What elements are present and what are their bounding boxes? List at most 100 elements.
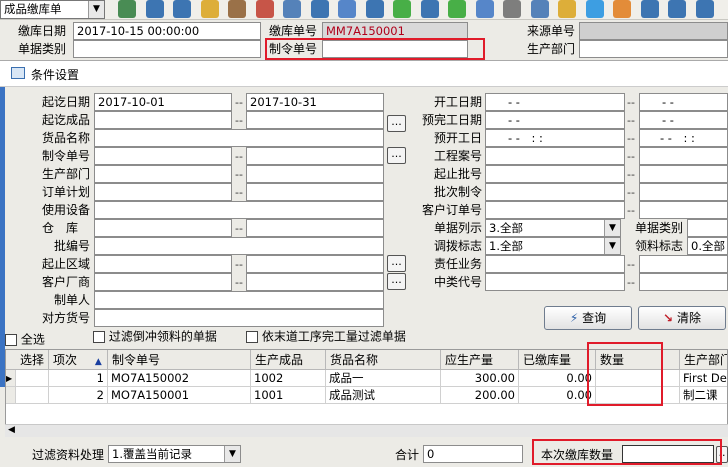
close-icon[interactable]: [668, 0, 686, 18]
start-to[interactable]: - -: [639, 93, 728, 111]
customer-browse-button[interactable]: ...: [387, 273, 406, 290]
order-from[interactable]: [94, 147, 232, 165]
col-name[interactable]: 货品名称: [326, 350, 441, 370]
chevron-left-icon[interactable]: ◀: [8, 425, 15, 435]
cursor-icon[interactable]: [255, 0, 274, 18]
chevron-down-icon[interactable]: ▼: [604, 220, 620, 236]
bulb-icon[interactable]: [558, 0, 576, 18]
start-date-to[interactable]: 2017-10-31: [246, 93, 384, 111]
project-to[interactable]: [639, 147, 728, 165]
product-to[interactable]: [246, 111, 384, 129]
checkbox-box[interactable]: [5, 333, 17, 346]
customer-from[interactable]: [94, 273, 232, 291]
plan-to[interactable]: [246, 183, 384, 201]
col-done[interactable]: 已缴库量: [519, 350, 596, 370]
warehouse-to[interactable]: [246, 219, 384, 237]
briefcase-icon[interactable]: [228, 0, 246, 18]
dept-from[interactable]: [94, 165, 232, 183]
col-seq[interactable]: 项次 ▲: [49, 350, 108, 370]
help-icon[interactable]: [365, 0, 384, 18]
area-from[interactable]: [94, 255, 232, 273]
image-icon[interactable]: [613, 0, 631, 18]
doc-type-select[interactable]: 成品缴库单 ▼: [0, 0, 105, 19]
checkbox-box[interactable]: [93, 330, 105, 343]
source-field[interactable]: [579, 22, 728, 40]
duty-to[interactable]: [639, 255, 728, 273]
batchno-to[interactable]: [639, 165, 728, 183]
dept-field[interactable]: [579, 40, 728, 58]
chevron-down-icon[interactable]: ▼: [224, 446, 240, 462]
batch-field[interactable]: [94, 237, 384, 255]
doccat-field[interactable]: [687, 219, 728, 237]
key-icon[interactable]: [310, 0, 329, 18]
doctype-field[interactable]: [73, 40, 261, 58]
creator-field[interactable]: [94, 291, 384, 309]
area-to[interactable]: [246, 255, 384, 273]
transfer-select[interactable]: 1.全部 ▼: [485, 237, 621, 255]
dept-to[interactable]: [246, 165, 384, 183]
middle-from[interactable]: [485, 273, 625, 291]
filter-process-select[interactable]: 1.覆盖当前记录 ▼: [108, 445, 241, 463]
check-icon[interactable]: [585, 0, 604, 18]
col-planned[interactable]: 应生产量: [441, 350, 519, 370]
finish-to[interactable]: - -: [639, 111, 728, 129]
logo-icon[interactable]: [283, 0, 301, 18]
tree-icon[interactable]: [118, 0, 136, 18]
equipment-field[interactable]: [94, 201, 384, 219]
finish-from[interactable]: - -: [485, 111, 625, 129]
horizontal-scrollbar[interactable]: ◀: [5, 424, 728, 437]
start-from[interactable]: - -: [485, 93, 625, 111]
cart-icon[interactable]: [420, 0, 439, 18]
cell-select[interactable]: [16, 387, 49, 404]
grid-icon[interactable]: [145, 0, 164, 18]
prestart-to[interactable]: - - : :: [639, 129, 728, 147]
filter-pick-checkbox[interactable]: 过滤倒冲领料的单据: [93, 329, 217, 345]
filter-proc-checkbox[interactable]: 依末道工序完工量过滤单据: [246, 329, 406, 345]
dollar-icon[interactable]: [393, 0, 411, 18]
col-order[interactable]: 制令单号: [108, 350, 251, 370]
item-name-field[interactable]: [94, 129, 384, 147]
clear-button[interactable]: ↘ 清除: [638, 306, 726, 330]
refresh-icon[interactable]: [173, 0, 191, 18]
product-from[interactable]: [94, 111, 232, 129]
custorder-from[interactable]: [485, 201, 625, 219]
cell-select[interactable]: [16, 370, 49, 387]
report-icon[interactable]: [530, 0, 549, 18]
cell-order: MO7A150001: [108, 387, 251, 404]
batchorder-from[interactable]: [485, 183, 625, 201]
col-dept[interactable]: 生产部门: [680, 350, 727, 370]
query-button[interactable]: ⚡ 查询: [544, 306, 632, 330]
batchorder-to[interactable]: [639, 183, 728, 201]
area-browse-button[interactable]: ...: [387, 255, 406, 272]
chevron-down-icon[interactable]: ▼: [88, 1, 104, 18]
project-from[interactable]: [485, 147, 625, 165]
date-field[interactable]: 2017-10-15 00:00:00: [73, 22, 261, 40]
custorder-to[interactable]: [639, 201, 728, 219]
pick-select[interactable]: 0.全部: [687, 237, 728, 255]
customer-to[interactable]: [246, 273, 384, 291]
order-browse-button[interactable]: ...: [387, 147, 406, 164]
col-product[interactable]: 生产成品: [251, 350, 326, 370]
checkbox-box[interactable]: [246, 330, 258, 343]
mail-icon[interactable]: [338, 0, 356, 18]
middle-to[interactable]: [639, 273, 728, 291]
product-browse-button[interactable]: ...: [387, 115, 406, 132]
col-select[interactable]: 选择: [16, 350, 49, 370]
lock-icon[interactable]: [200, 0, 219, 18]
undo-icon[interactable]: [475, 0, 494, 18]
batchno-from[interactable]: [485, 165, 625, 183]
disk-icon[interactable]: [695, 0, 714, 18]
duty-from[interactable]: [485, 255, 625, 273]
doclist-select[interactable]: 3.全部 ▼: [485, 219, 621, 237]
select-all-checkbox[interactable]: 全选: [5, 332, 45, 348]
start-date-from[interactable]: 2017-10-01: [94, 93, 232, 111]
warehouse-from[interactable]: [94, 219, 232, 237]
network-icon[interactable]: [640, 0, 659, 18]
prestart-from[interactable]: - - : :: [485, 129, 625, 147]
chevron-down-icon[interactable]: ▼: [604, 238, 620, 254]
vendor-field[interactable]: [94, 309, 384, 327]
order-to[interactable]: [246, 147, 384, 165]
plan-from[interactable]: [94, 183, 232, 201]
money-icon[interactable]: [448, 0, 466, 18]
copy-icon[interactable]: [503, 0, 521, 18]
